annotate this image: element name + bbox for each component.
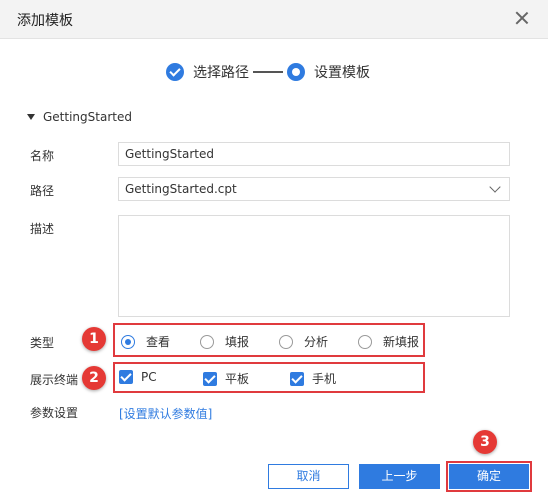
path-select[interactable]: GettingStarted.cpt: [118, 177, 510, 201]
checkbox-checked-icon: [290, 371, 304, 386]
type-option-label: 分析: [304, 335, 329, 349]
checkbox-checked-icon: [203, 371, 217, 386]
previous-step-button[interactable]: 上一步: [359, 464, 440, 489]
chevron-down-icon: [489, 181, 501, 193]
radio-icon: [279, 334, 293, 349]
terminal-highlight-box: [113, 362, 425, 393]
description-textarea[interactable]: [118, 215, 510, 317]
terminal-label: 展示终端: [30, 373, 79, 387]
step-set-template: 设置模板: [314, 65, 370, 81]
annotation-badge-3: 3: [473, 430, 497, 454]
step-connector: [253, 71, 283, 73]
type-option-view[interactable]: 查看: [121, 333, 170, 350]
terminal-option-label: PC: [141, 370, 157, 384]
group-header[interactable]: GettingStarted: [27, 110, 132, 124]
check-circle-icon: [166, 63, 184, 81]
close-icon[interactable]: [515, 11, 529, 25]
caret-down-icon: [27, 114, 35, 120]
dialog-titlebar: 添加模板: [0, 0, 548, 39]
description-label: 描述: [30, 222, 55, 236]
path-label: 路径: [30, 184, 55, 198]
radio-icon: [358, 334, 372, 349]
type-label: 类型: [30, 336, 55, 350]
current-step-icon: [287, 63, 305, 81]
checkbox-checked-icon: [119, 370, 133, 384]
radio-selected-icon: [121, 334, 135, 349]
terminal-tablet-checkbox[interactable]: 平板: [203, 370, 249, 387]
terminal-pc-checkbox[interactable]: PC: [119, 370, 157, 384]
type-option-fill[interactable]: 填报: [200, 333, 249, 350]
dialog-title: 添加模板: [17, 13, 73, 29]
params-label: 参数设置: [30, 406, 79, 420]
step-select-path: 选择路径: [193, 65, 249, 81]
group-name: GettingStarted: [43, 110, 132, 124]
type-option-analysis[interactable]: 分析: [279, 333, 328, 350]
terminal-option-label: 手机: [312, 372, 337, 386]
cancel-button[interactable]: 取消: [268, 464, 349, 489]
terminal-mobile-checkbox[interactable]: 手机: [290, 370, 336, 387]
confirm-button[interactable]: 确定: [449, 464, 529, 489]
type-option-new-fill[interactable]: 新填报: [358, 333, 419, 350]
annotation-badge-2: 2: [82, 366, 106, 390]
name-label: 名称: [30, 149, 55, 163]
type-option-label: 查看: [146, 335, 171, 349]
radio-icon: [200, 334, 214, 349]
name-input[interactable]: [118, 142, 510, 166]
terminal-option-label: 平板: [225, 372, 250, 386]
annotation-badge-1: 1: [82, 327, 106, 351]
type-option-label: 新填报: [383, 335, 420, 349]
path-value: GettingStarted.cpt: [125, 182, 237, 196]
stepper: 选择路径 设置模板: [166, 62, 370, 82]
type-option-label: 填报: [225, 335, 250, 349]
set-default-params-link[interactable]: [设置默认参数值]: [119, 405, 212, 422]
